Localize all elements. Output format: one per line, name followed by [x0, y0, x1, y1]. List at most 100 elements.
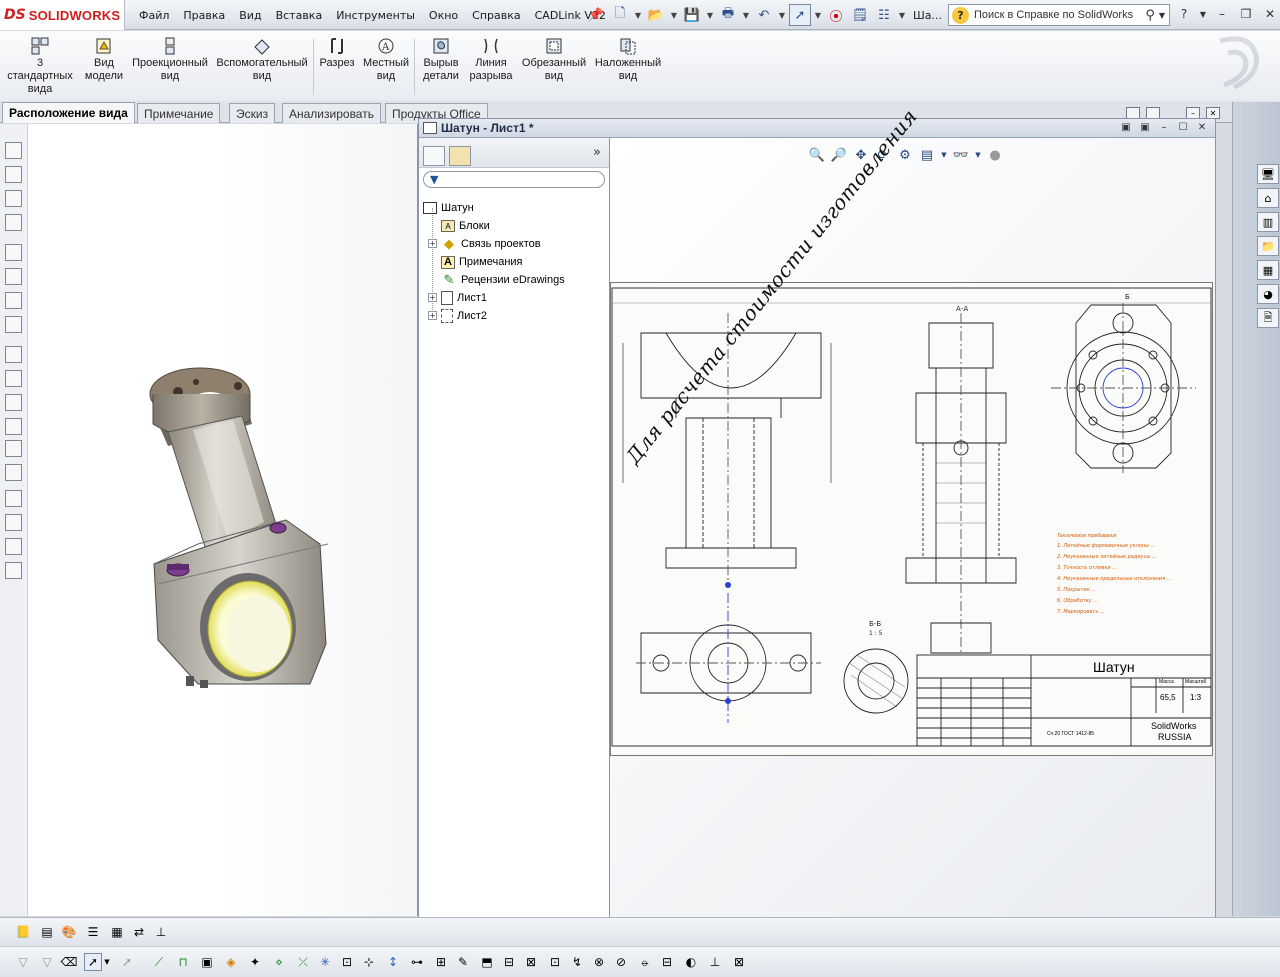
layer-icon[interactable]: ▤ [38, 923, 56, 941]
tile-icon[interactable]: ▣ [1138, 121, 1152, 134]
search-dropdown-icon[interactable]: ▼ [1159, 11, 1165, 20]
filter-connection-points-icon[interactable]: ⊗ [590, 953, 608, 971]
filter-balloons-icon[interactable]: ◐ [682, 953, 700, 971]
drawing-graphics-area[interactable]: 🔍 🔎 ✥ ⟳ ⚙ ▤ ▼ 👓 ▼ ● А-А Б Б-Б 1: 5 Для … [610, 104, 1215, 917]
print-icon[interactable]: 🖶 [717, 4, 739, 26]
view-settings-icon[interactable]: ⚙ [896, 146, 914, 164]
close-icon[interactable]: ✕ [1195, 121, 1209, 134]
filter-welds-icon[interactable]: ⦵ [636, 953, 654, 971]
filter-center-marks-icon[interactable]: ⊹ [360, 953, 378, 971]
sketch-tool-icon[interactable] [5, 418, 22, 435]
filter-hatch-icon[interactable]: ⊠ [730, 953, 748, 971]
filter-surface-finish-icon[interactable]: ⊶ [408, 953, 426, 971]
break-line-button[interactable]: Линия разрыва [466, 37, 516, 83]
filter-toggle-icon[interactable]: ▽ [38, 953, 56, 971]
tree-item-sheet2[interactable]: Лист2 [441, 307, 487, 325]
filter-dowel-pins-icon[interactable]: ↯ [568, 953, 586, 971]
filter-weld-icon[interactable]: ⊟ [500, 953, 518, 971]
crop-view-button[interactable]: Обрезанный вид [520, 37, 588, 83]
select-arrow-icon[interactable]: ➚ [84, 953, 102, 971]
solidworks-resources-icon[interactable]: 🖥 [1257, 164, 1279, 184]
menu-file[interactable]: Файл [132, 9, 176, 22]
tab-evaluate[interactable]: Анализировать [282, 103, 381, 123]
view-palette-icon[interactable]: ▦ [1257, 260, 1279, 280]
filter-planes-icon[interactable]: ⋄ [270, 953, 288, 971]
hide-show-edges-icon[interactable]: ⇄ [130, 923, 148, 941]
projected-view-button[interactable]: Проекционный вид [130, 37, 210, 83]
open-dropdown-icon[interactable]: ▼ [669, 4, 679, 26]
line-style-icon[interactable]: ▦ [108, 923, 126, 941]
expand-icon[interactable]: + [428, 239, 437, 248]
sketch-tool-icon[interactable] [5, 244, 22, 261]
filter-table-icon[interactable]: ⊟ [658, 953, 676, 971]
trim-icon[interactable] [5, 292, 22, 309]
undo-dropdown-icon[interactable]: ▼ [777, 4, 787, 26]
tree-root-item[interactable]: Шатун [423, 199, 474, 217]
filter-datum-icon[interactable]: ⬒ [478, 953, 496, 971]
appearances-icon[interactable]: ◕ [1257, 284, 1279, 304]
home-icon[interactable]: ⌂ [1257, 188, 1279, 208]
chevron-right-icon[interactable]: » [593, 145, 601, 160]
hide-show-icon[interactable]: 👓 [952, 146, 970, 164]
format-painter-icon[interactable]: ⊥ [152, 923, 170, 941]
sketch-tool-icon[interactable] [5, 190, 22, 207]
save-dropdown-icon[interactable]: ▼ [705, 4, 715, 26]
minimize-icon[interactable]: – [1213, 4, 1231, 24]
zoom-to-fit-icon[interactable]: 🔍 [808, 146, 826, 164]
tab-view-layout[interactable]: Расположение вида [2, 102, 135, 123]
help-search-box[interactable]: ? Поиск в Справке по SolidWorks ⚲ ▼ [948, 4, 1170, 26]
restore-icon[interactable]: ❐ [1237, 4, 1255, 24]
new-document-icon[interactable]: 🗋 [609, 4, 631, 26]
filter-dimensions-icon[interactable]: ↕ [384, 953, 402, 971]
close-icon[interactable]: ✕ [1261, 4, 1279, 24]
expand-icon[interactable]: + [428, 293, 437, 302]
sketch-tool-icon[interactable] [5, 464, 22, 481]
pin-icon[interactable]: 📌 [585, 4, 607, 26]
tree-item-blocks[interactable]: A Блоки [441, 217, 490, 235]
sketch-tool-icon[interactable] [5, 268, 22, 285]
quick-access-tail-label[interactable]: Ша... [909, 4, 942, 26]
line-thickness-icon[interactable]: ☰ [84, 923, 102, 941]
filter-sketch-points-icon[interactable]: ⤫ [294, 953, 312, 971]
standard-3-view-button[interactable]: 3 стандартных вида [4, 37, 76, 96]
rebuild-traffic-light-icon[interactable]: ⦿ [825, 4, 847, 26]
layer-properties-icon[interactable]: 📒 [14, 923, 32, 941]
broken-out-section-button[interactable]: Вырыв детали [420, 37, 462, 83]
save-icon[interactable]: 💾 [681, 4, 703, 26]
display-style-icon[interactable]: ▤ [918, 146, 936, 164]
filter-sketch-segments-icon[interactable]: ✳ [316, 953, 334, 971]
open-folder-icon[interactable]: 📂 [645, 4, 667, 26]
filter-routing-icon[interactable]: ⊘ [612, 953, 630, 971]
filter-geometric-tolerance-icon[interactable]: ⊞ [432, 953, 450, 971]
auxiliary-view-button[interactable]: Вспомогательный вид [214, 37, 310, 83]
filter-surface-icon[interactable]: ◈ [222, 953, 240, 971]
zoom-to-area-icon[interactable]: 🔎 [830, 146, 848, 164]
print-dropdown-icon[interactable]: ▼ [741, 4, 751, 26]
menu-window[interactable]: Окно [422, 9, 465, 22]
select-dropdown-icon[interactable]: ▼ [103, 953, 111, 971]
help-dropdown-icon[interactable]: ▼ [1199, 4, 1207, 24]
tab-annotation[interactable]: Примечание [137, 103, 221, 123]
filter-vertices-icon[interactable]: ⟋ [150, 953, 168, 971]
file-properties-icon[interactable]: 🗒 [849, 4, 871, 26]
sketch-tool-icon[interactable] [5, 142, 22, 159]
filter-icon[interactable]: ▽ [14, 953, 32, 971]
sketch-tool-icon[interactable] [5, 316, 22, 333]
filter-edges-icon[interactable]: ⊓ [174, 953, 192, 971]
select-all-icon[interactable]: ➚ [118, 953, 136, 971]
display-style-dropdown-icon[interactable]: ▼ [940, 146, 948, 164]
help-icon[interactable]: ? [1175, 4, 1193, 24]
menu-help[interactable]: Справка [465, 9, 527, 22]
sketch-tool-icon[interactable] [5, 394, 22, 411]
new-dropdown-icon[interactable]: ▼ [633, 4, 643, 26]
sketch-tool-icon[interactable] [5, 370, 22, 387]
help-search-input[interactable]: Поиск в Справке по SolidWorks [974, 9, 1145, 21]
filter-blocks-icon[interactable]: ⊡ [546, 953, 564, 971]
filter-axes-icon[interactable]: ✦ [246, 953, 264, 971]
sketch-tool-icon[interactable] [5, 514, 22, 531]
design-library-icon[interactable]: ▥ [1257, 212, 1279, 232]
filter-cosmetic-thread-icon[interactable]: ⊠ [522, 953, 540, 971]
filter-midpoints-icon[interactable]: ⊡ [338, 953, 356, 971]
tree-item-design-binder[interactable]: ◆ Связь проектов [441, 235, 541, 253]
appearance-icon[interactable]: ● [986, 146, 1004, 164]
